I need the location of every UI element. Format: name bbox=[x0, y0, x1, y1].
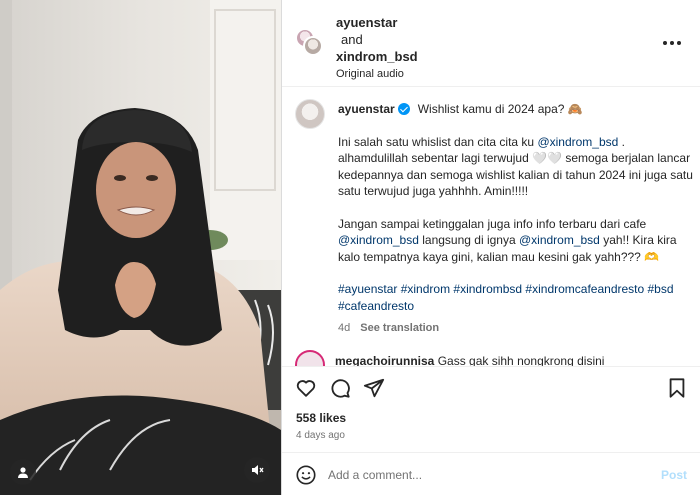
comment-username-link[interactable]: megachoirunnisa bbox=[335, 354, 434, 366]
dot bbox=[670, 41, 674, 45]
emoji-icon[interactable] bbox=[295, 464, 317, 486]
caption-scroll-area[interactable]: ayuenstar Wishlist kamu di 2024 apa? 🙈 I… bbox=[282, 88, 700, 366]
post-details-panel: ayuenstar and xindrom_bsd Original audio… bbox=[281, 0, 700, 495]
add-comment-bar: Post bbox=[282, 452, 700, 495]
see-translation-button[interactable]: See translation bbox=[360, 320, 439, 337]
likes-count[interactable]: 558 likes bbox=[296, 411, 346, 425]
mention-link[interactable]: @xindrom_bsd bbox=[537, 135, 618, 149]
comment-icon[interactable] bbox=[329, 377, 351, 399]
caption-first-line: ayuenstar Wishlist kamu di 2024 apa? 🙈 bbox=[338, 101, 693, 118]
audio-link[interactable]: Original audio bbox=[336, 66, 418, 83]
post-authors: ayuenstar and xindrom_bsd Original audio bbox=[336, 14, 418, 83]
post-header: ayuenstar and xindrom_bsd Original audio bbox=[282, 0, 700, 87]
caption-age: 4d bbox=[338, 322, 351, 334]
paper-plane-icon[interactable] bbox=[363, 377, 385, 399]
comment-text: megachoirunnisa Gass gak sihh nongkrong … bbox=[335, 354, 604, 366]
collaborator-username-link[interactable]: xindrom_bsd bbox=[336, 48, 418, 65]
caption: ayuenstar Wishlist kamu di 2024 apa? 🙈 I… bbox=[338, 101, 693, 337]
post-comment-button[interactable]: Post bbox=[661, 468, 687, 482]
author-username-link[interactable]: ayuenstar bbox=[336, 14, 418, 31]
caption-text: Ini salah satu whislist dan cita cita ku bbox=[338, 134, 538, 149]
caption-username-link[interactable]: ayuenstar bbox=[338, 101, 395, 118]
comment-item: megachoirunnisa Gass gak sihh nongkrong … bbox=[295, 350, 695, 366]
hashtag-links[interactable]: #ayuenstar #xindrom #xindrombsd #xindrom… bbox=[338, 281, 693, 314]
avatar[interactable] bbox=[295, 99, 325, 129]
dot bbox=[677, 41, 681, 45]
collab-avatars[interactable] bbox=[295, 28, 325, 58]
caption-meta: 4d See translation bbox=[338, 320, 693, 337]
caption-text: Jangan sampai ketinggalan juga info info… bbox=[338, 216, 647, 231]
mention-link[interactable]: @xindrom_bsd bbox=[519, 233, 600, 247]
more-options-icon[interactable] bbox=[663, 38, 683, 48]
instagram-post-modal: ayuenstar and xindrom_bsd Original audio… bbox=[0, 0, 700, 495]
caption-paragraph: Ini salah satu whislist dan cita cita ku… bbox=[338, 134, 693, 200]
dot bbox=[663, 41, 667, 45]
bookmark-icon[interactable] bbox=[666, 377, 688, 399]
tagged-users-button[interactable] bbox=[10, 459, 36, 485]
caption-title: Wishlist kamu di 2024 apa? 🙈 bbox=[417, 102, 583, 116]
caption-paragraph: Jangan sampai ketinggalan juga info info… bbox=[338, 216, 693, 266]
mute-button[interactable] bbox=[244, 457, 270, 483]
heart-icon[interactable] bbox=[295, 377, 317, 399]
comment-input[interactable] bbox=[328, 465, 648, 485]
verified-badge-icon bbox=[397, 103, 410, 116]
user-icon bbox=[18, 467, 28, 478]
post-timestamp[interactable]: 4 days ago bbox=[296, 430, 345, 441]
avatar bbox=[303, 36, 323, 56]
mention-link[interactable]: @xindrom_bsd bbox=[338, 233, 419, 247]
avatar[interactable] bbox=[295, 350, 325, 366]
comment-body: Gass gak sihh nongkrong disini bbox=[434, 354, 605, 366]
action-bar bbox=[282, 366, 700, 409]
caption-text: langsung di ignya bbox=[418, 233, 519, 247]
video-frame bbox=[0, 0, 281, 495]
post-media[interactable] bbox=[0, 0, 281, 495]
speaker-muted-icon bbox=[252, 465, 264, 475]
collab-and-label: and bbox=[341, 32, 363, 47]
